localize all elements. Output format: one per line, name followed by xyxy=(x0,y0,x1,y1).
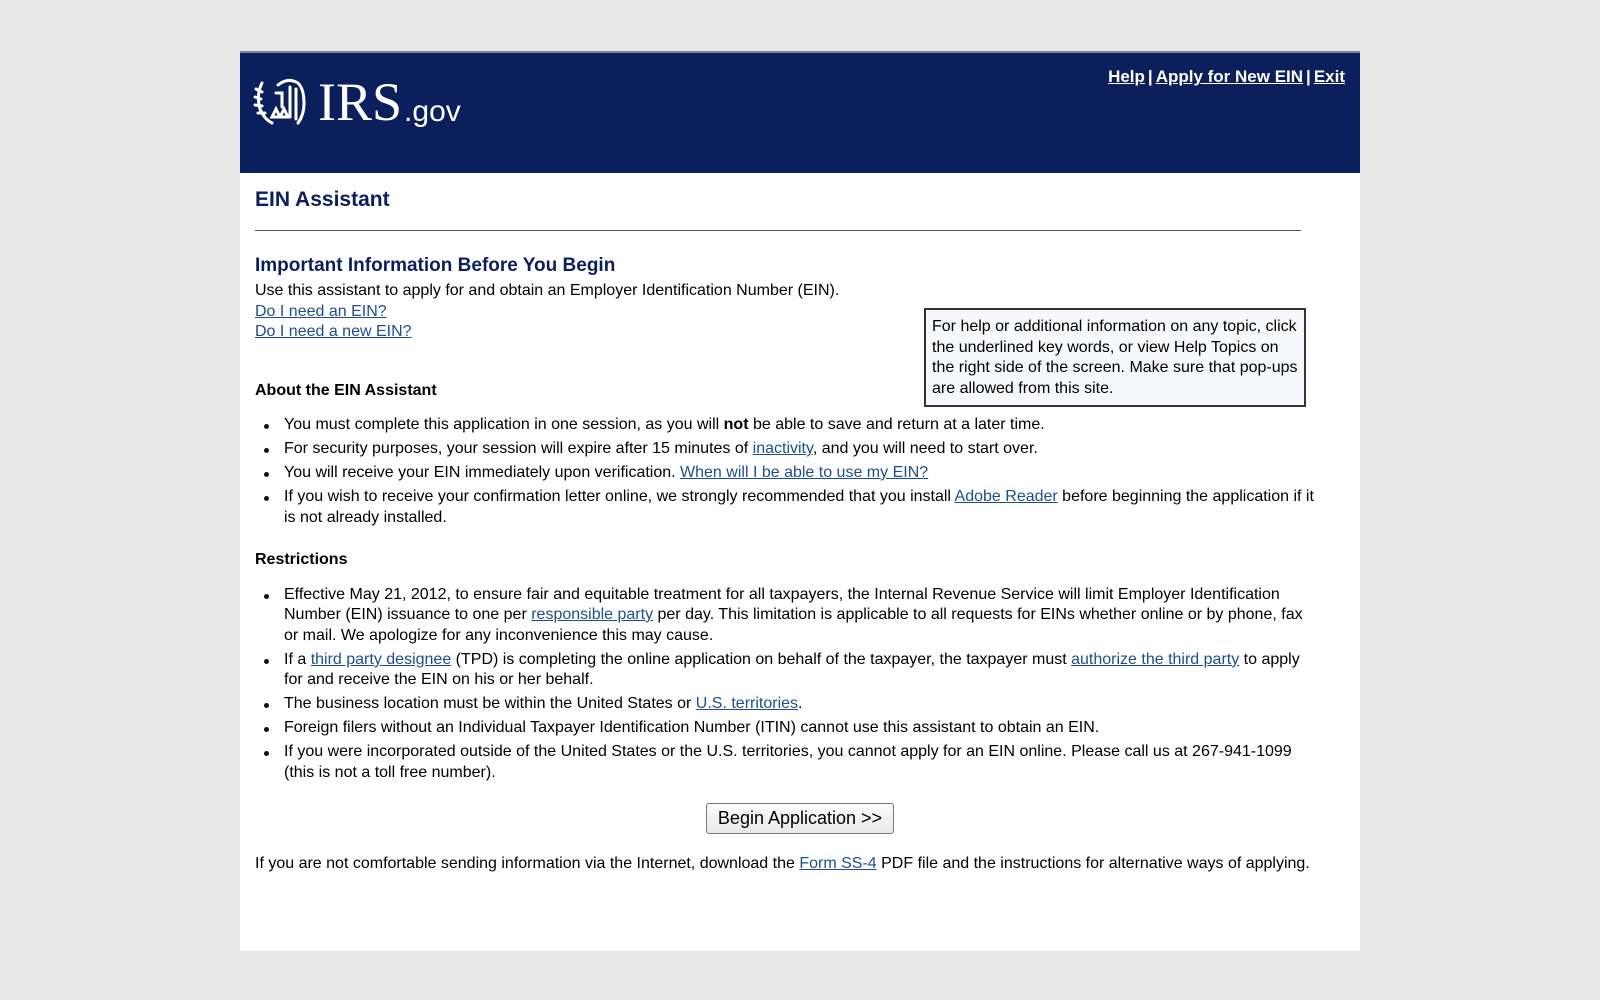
item-text: be able to save and return at a later ti… xyxy=(748,416,1045,433)
third-party-designee-link[interactable]: third party designee xyxy=(311,651,452,668)
apply-new-ein-link[interactable]: Apply for New EIN xyxy=(1156,67,1303,86)
main-content: EIN Assistant Important Information Befo… xyxy=(255,173,1345,875)
item-text: You will receive your EIN immediately up… xyxy=(284,464,681,481)
irs-logo[interactable]: IRS .gov xyxy=(252,75,461,129)
restrictions-heading: Restrictions xyxy=(255,551,348,568)
adobe-reader-link[interactable]: Adobe Reader xyxy=(955,488,1058,505)
about-list: You must complete this application in on… xyxy=(255,415,1345,528)
list-item: Effective May 21, 2012, to ensure fair a… xyxy=(264,585,1314,647)
item-text: For security purposes, your session will… xyxy=(284,440,753,457)
footer-text: PDF file and the instructions for altern… xyxy=(876,855,1310,872)
list-item: Foreign filers without an Individual Tax… xyxy=(264,718,1314,739)
item-text: If a xyxy=(284,650,311,668)
need-new-ein-link[interactable]: Do I need a new EIN? xyxy=(255,323,412,340)
item-text: (TPD) is completing the online applicati… xyxy=(451,650,1072,668)
item-text: You must complete this application in on… xyxy=(284,416,724,433)
responsible-party-link[interactable]: responsible party xyxy=(531,606,653,623)
when-use-ein-link[interactable]: When will I be able to use my EIN? xyxy=(680,464,928,481)
header-nav: Help | Apply for New EIN | Exit xyxy=(1108,67,1345,87)
irs-eagle-icon xyxy=(253,78,306,125)
divider xyxy=(255,230,1301,231)
list-item: If you were incorporated outside of the … xyxy=(264,742,1314,783)
logo-text: IRS xyxy=(318,72,403,132)
header-banner: IRS .gov Help | Apply for New EIN | Exit xyxy=(240,51,1360,173)
restrictions-list: Effective May 21, 2012, to ensure fair a… xyxy=(255,585,1345,784)
item-text: The business location must be within the… xyxy=(284,695,696,712)
list-item: The business location must be within the… xyxy=(264,694,1314,715)
us-territories-link[interactable]: U.S. territories xyxy=(696,695,798,712)
list-item: If you wish to receive your confirmation… xyxy=(264,487,1314,528)
action-bar: Begin Application >> xyxy=(255,803,1345,834)
page-title: EIN Assistant xyxy=(255,188,390,211)
form-ss4-link[interactable]: Form SS-4 xyxy=(799,855,876,872)
begin-application-button[interactable]: Begin Application >> xyxy=(705,803,895,834)
list-item: If a third party designee (TPD) is compl… xyxy=(264,650,1314,691)
footer-text: If you are not comfortable sending infor… xyxy=(255,855,800,872)
item-text: If you wish to receive your confirmation… xyxy=(284,488,955,505)
footer-note: If you are not comfortable sending infor… xyxy=(255,854,1330,875)
exit-link[interactable]: Exit xyxy=(1314,67,1345,86)
item-text: , and you will need to start over. xyxy=(812,440,1038,457)
about-heading: About the EIN Assistant xyxy=(255,381,437,399)
list-item: You must complete this application in on… xyxy=(264,415,1314,436)
logo-suffix: .gov xyxy=(404,95,461,128)
page-container: IRS .gov Help | Apply for New EIN | Exit For… xyxy=(240,51,1360,951)
inactivity-link[interactable]: inactivity xyxy=(753,440,813,457)
separator: | xyxy=(1306,67,1311,86)
need-ein-link[interactable]: Do I need an EIN? xyxy=(255,303,387,320)
item-text: If you were incorporated outside of the … xyxy=(284,743,1292,781)
authorize-third-party-link[interactable]: authorize the third party xyxy=(1071,651,1239,668)
item-text: Foreign filers without an Individual Tax… xyxy=(284,719,1100,736)
item-bold: not xyxy=(723,416,749,433)
list-item: For security purposes, your session will… xyxy=(264,439,1314,460)
help-link[interactable]: Help xyxy=(1108,67,1145,86)
section-title: Important Information Before You Begin xyxy=(255,255,616,276)
intro-text: Use this assistant to apply for and obta… xyxy=(255,282,840,299)
separator: | xyxy=(1147,67,1153,86)
item-text: . xyxy=(798,695,803,712)
list-item: You will receive your EIN immediately up… xyxy=(264,463,1314,484)
